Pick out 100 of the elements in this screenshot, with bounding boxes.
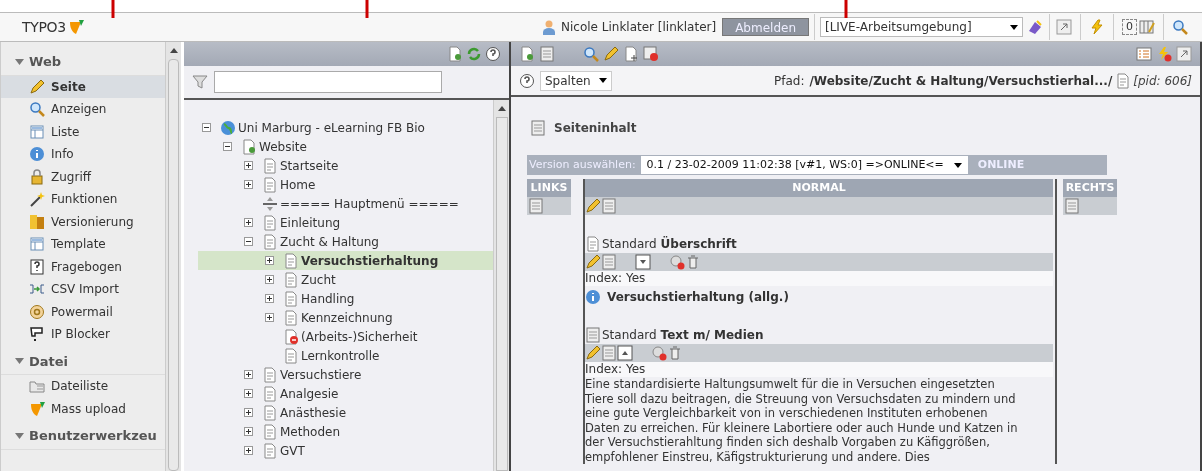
menu-item[interactable]: Versionierung	[1, 210, 165, 233]
workspace-select[interactable]: [LIVE-Arbeitsumgebung]	[820, 17, 1023, 37]
workspace-icon[interactable]	[1027, 19, 1043, 35]
version-select[interactable]: 0.1 / 23-02-2009 11:02:38 [v#1, WS:0] =>ONLINE<=	[640, 156, 968, 174]
tree-node[interactable]: Versuchstiere	[198, 365, 493, 384]
tree-node[interactable]: GVT	[198, 441, 493, 460]
column-header: NORMAL	[585, 179, 1053, 197]
tree-node[interactable]: Anästhesie	[198, 403, 493, 422]
view-select[interactable]: Spalten	[540, 70, 612, 91]
columns-icon[interactable]	[1139, 19, 1155, 35]
filter-field[interactable]	[214, 71, 442, 93]
expand-toggle-icon[interactable]	[264, 256, 274, 265]
expand-toggle-icon[interactable]	[243, 408, 253, 417]
clear-cache-icon[interactable]	[1156, 46, 1172, 62]
move-down-icon[interactable]	[635, 254, 651, 270]
tree-node[interactable]: Zucht & Haltung	[198, 232, 493, 251]
expand-toggle-icon[interactable]	[243, 389, 253, 398]
expand-toggle-icon[interactable]	[264, 294, 274, 303]
collapse-toggle-icon[interactable]	[222, 142, 232, 151]
expand-toggle-icon[interactable]	[243, 370, 253, 379]
menu-item[interactable]: CSV Import	[1, 278, 165, 301]
page-icon	[262, 385, 278, 402]
help-icon[interactable]	[519, 72, 535, 89]
index-info: Index: Yes	[585, 362, 1053, 377]
menu-item[interactable]: IP Blocker	[1, 323, 165, 346]
menu-item[interactable]: Funktionen	[1, 188, 165, 211]
menu-group-title[interactable]: Datei	[29, 351, 69, 371]
menu-group-title[interactable]: Benutzerwerkzeu	[29, 426, 157, 446]
tree-node[interactable]: Startseite	[198, 156, 493, 175]
scrollbar[interactable]	[165, 42, 181, 471]
tree-node[interactable]: Kennzeichnung	[198, 308, 493, 327]
tree-node[interactable]: Home	[198, 175, 493, 194]
collapse-toggle-icon[interactable]	[201, 123, 211, 132]
move-up-icon[interactable]	[617, 345, 633, 361]
expand-toggle-icon[interactable]	[243, 218, 253, 227]
expand-toggle-icon[interactable]	[264, 275, 274, 284]
expand-toggle-icon[interactable]	[243, 446, 253, 455]
tree-node[interactable]: Versuchstierhaltung	[198, 251, 493, 270]
tree-node[interactable]: Website	[198, 137, 493, 156]
version-label: Version auswählen:	[529, 156, 636, 173]
hide-icon[interactable]	[669, 254, 685, 270]
expand-toggle-icon[interactable]	[243, 161, 253, 170]
counter[interactable]: 0	[1122, 19, 1137, 35]
tree-node[interactable]: Uni Marburg - eLearning FB Bio	[198, 118, 493, 137]
help-icon[interactable]	[485, 46, 501, 62]
menu-group-title[interactable]: Web	[29, 52, 61, 72]
pencil-icon[interactable]	[603, 46, 619, 62]
menu-item[interactable]: Seite	[1, 75, 165, 98]
tree-node[interactable]: (Arbeits-)Sicherheit	[198, 327, 493, 346]
new-content-icon[interactable]	[1064, 198, 1080, 214]
list-icon[interactable]	[1136, 46, 1152, 62]
new-page-icon[interactable]	[519, 46, 535, 62]
scroll-up-icon[interactable]	[497, 106, 506, 111]
search-icon[interactable]	[583, 46, 599, 62]
menu-item[interactable]: Liste	[1, 120, 165, 143]
external-link-icon[interactable]	[1176, 46, 1192, 62]
text-element-icon	[585, 327, 601, 343]
tree-node[interactable]: Analgesie	[198, 384, 493, 403]
move-icon[interactable]	[623, 46, 639, 62]
new-page-icon[interactable]	[447, 46, 463, 62]
collapse-triangle-icon[interactable]	[15, 58, 24, 65]
tree-node[interactable]: Methoden	[198, 422, 493, 441]
menu-item[interactable]: Fragebogen	[1, 255, 165, 278]
search-icon[interactable]	[1172, 19, 1188, 35]
trash-icon[interactable]	[685, 254, 701, 270]
menu-item[interactable]: Template	[1, 233, 165, 256]
menu-item[interactable]: Info	[1, 143, 165, 166]
tree-node[interactable]: Handling	[198, 289, 493, 308]
scroll-up-icon[interactable]	[169, 48, 178, 53]
collapse-triangle-icon[interactable]	[15, 358, 24, 365]
hide-icon[interactable]	[651, 345, 667, 361]
new-content-icon[interactable]	[601, 198, 617, 214]
collapse-toggle-icon[interactable]	[243, 237, 253, 246]
menu-item[interactable]: Powermail	[1, 300, 165, 323]
menu-item[interactable]: Mass upload	[1, 397, 165, 420]
expand-toggle-icon[interactable]	[243, 180, 253, 189]
tree-node[interactable]: Lernkontrolle	[198, 346, 493, 365]
tree-node[interactable]: ===== Hauptmenü =====	[198, 194, 493, 213]
new-content-icon[interactable]	[528, 198, 544, 214]
menu-item[interactable]: Zugriff	[1, 165, 165, 188]
scrollbar[interactable]	[493, 100, 509, 471]
expand-toggle-icon[interactable]	[264, 313, 274, 322]
menu-item[interactable]: Dateiliste	[1, 375, 165, 398]
page-icon[interactable]	[1115, 72, 1132, 89]
trash-icon[interactable]	[667, 345, 683, 361]
menu-item[interactable]: Anzeigen	[1, 98, 165, 121]
external-link-icon[interactable]	[1056, 19, 1072, 35]
search-icon	[29, 101, 45, 118]
tree-node[interactable]: Einleitung	[198, 213, 493, 232]
list-icon	[29, 123, 45, 140]
page-icon	[283, 347, 299, 364]
lightning-icon[interactable]	[1089, 19, 1105, 35]
version-state: ONLINE	[977, 156, 1025, 173]
history-icon[interactable]	[643, 46, 659, 62]
content-text: Eine standardisierte Haltungsumwelt für die in Versuchen eingesetzten Tiere soll dazu beitragen, die Streuung von Versuchsdaten zu mindern und eine gute Vergleichbarkeit von in verschiedenen Instituten erhobenen Daten zu erreichen. Für kleinere Labortiere oder auch Hunde und Katzen in der Versuchstierahltung finden sich deshalb Vorgaben zu Käfiggrößen, empfohlener Einstreu, Käfigstrukturierung und andere. Dies	[585, 377, 1019, 464]
expand-toggle-icon[interactable]	[243, 427, 253, 436]
new-content-icon[interactable]	[539, 46, 555, 62]
tree-node[interactable]: Zucht	[198, 270, 493, 289]
collapse-triangle-icon[interactable]	[15, 432, 24, 439]
new-content-icon[interactable]	[601, 254, 617, 270]
